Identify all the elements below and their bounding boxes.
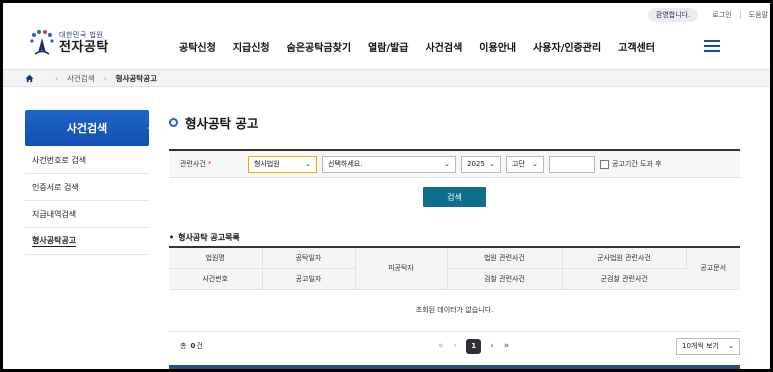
sidebar-notch	[148, 123, 153, 133]
main-nav: 공탁신청 지급신청 숨은공탁금찾기 열람/발급 사건검색 이용안내 사용자/인증…	[179, 39, 672, 54]
chevron-down-icon: ⌄	[489, 160, 495, 168]
nav-item-support[interactable]: 고객센터	[618, 39, 655, 54]
court-emblem-icon	[29, 29, 55, 57]
sidebar-title: 사건검색	[25, 110, 153, 146]
list-title: 형사공탁 공고목록	[169, 232, 240, 243]
col-case-number: 사건번호	[169, 268, 263, 290]
sidebar-item-criminal-notice[interactable]: 형사공탁공고	[25, 228, 149, 255]
case-type-select[interactable]: 형사법원 ⌄	[248, 155, 317, 173]
nav-item-guide[interactable]: 이용안내	[479, 39, 516, 54]
breadcrumb-current: 형사공탁공고	[115, 73, 158, 83]
login-link[interactable]: 로그인	[712, 10, 731, 20]
col-deposit-date: 공탁일자	[262, 246, 356, 269]
prev-page-icon[interactable]: ‹	[454, 341, 458, 351]
page-title: 형사공탁 공고	[169, 113, 258, 132]
chevron-right-icon: ›	[55, 73, 58, 83]
nav-item-hidden-deposit[interactable]: 숨은공탁금찾기	[287, 39, 351, 54]
help-link[interactable]: 도움말	[749, 10, 768, 20]
title-bullet-icon	[169, 118, 178, 127]
col-notice-doc: 공고문서	[686, 246, 740, 290]
welcome-badge: 환영합니다.	[647, 8, 699, 22]
nav-item-deposit-apply[interactable]: 공탁신청	[179, 39, 216, 54]
related-case-label: 관련사건 *	[180, 160, 212, 168]
col-court: 법원명	[169, 246, 263, 269]
col-court-case: 법원 관련사건	[447, 246, 563, 269]
util-divider	[739, 11, 741, 19]
next-page-icon[interactable]: ›	[490, 341, 494, 351]
logo-subtitle: 대한민국 법원	[59, 31, 104, 39]
nav-item-payment-apply[interactable]: 지급신청	[233, 39, 270, 54]
chevron-right-icon: ›	[103, 73, 107, 83]
notice-table: 법원명 공탁일자 피공탁자 법원 관련사건 군사법원 관련사건 공고문서 사건번…	[169, 246, 740, 332]
sidebar-item-case-number[interactable]: 사건번호로 검색	[25, 147, 149, 174]
search-form: 관련사건 * 형사법원 ⌄ 선택하세요. ⌄ 2025 ⌄ 고단 ⌄ 공고기간 도과 후	[169, 149, 740, 178]
nav-item-case-search[interactable]: 사건검색	[425, 39, 462, 54]
chevron-down-icon: ⌄	[728, 342, 734, 350]
breadcrumb-level1[interactable]: 사건검색	[67, 73, 95, 84]
page-frame: 환영합니다. 로그인 도움말 대한민국 법원 전자공탁 공탁신청 지급신청 숨은…	[3, 3, 770, 369]
sidebar-menu: 사건번호로 검색 인증서로 검색 지급내역검색 형사공탁공고	[25, 147, 149, 255]
court-level-select[interactable]: 고단 ⌄	[506, 155, 544, 173]
chevron-down-icon: ⌄	[444, 160, 450, 168]
col-notice-date: 공고일자	[262, 268, 356, 290]
page-number-current[interactable]: 1	[466, 338, 482, 354]
col-prosecution-case: 검찰 관련사건	[447, 268, 563, 290]
menu-icon[interactable]	[704, 40, 720, 52]
site-logo[interactable]: 대한민국 법원 전자공탁	[29, 29, 109, 57]
total-count: 총 0건	[180, 342, 203, 350]
checkbox-icon	[600, 159, 609, 169]
first-page-icon[interactable]: «	[438, 341, 444, 351]
pager: « ‹ 1 › »	[433, 338, 514, 354]
footer-strip	[169, 365, 740, 369]
chevron-down-icon: ⌄	[532, 160, 538, 168]
home-icon[interactable]	[25, 74, 34, 83]
pagination-bar: 총 0건 « ‹ 1 › » 10개씩 보기 ⌄	[169, 334, 740, 358]
col-depositee: 피공탁자	[355, 246, 448, 290]
period-checkbox[interactable]: 공고기간 도과 후	[600, 159, 662, 169]
search-button[interactable]: 검색	[423, 187, 486, 207]
case-number-input[interactable]	[549, 155, 595, 173]
utility-bar: 환영합니다. 로그인 도움말	[647, 7, 770, 23]
empty-message: 조회된 데이터가 없습니다.	[169, 289, 740, 332]
last-page-icon[interactable]: »	[504, 341, 510, 351]
year-select[interactable]: 2025 ⌄	[461, 155, 501, 173]
sidebar-item-certificate[interactable]: 인증서로 검색	[25, 174, 149, 201]
sidebar-item-payment-history[interactable]: 지급내역검색	[25, 201, 149, 228]
nav-item-user-auth[interactable]: 사용자/인증관리	[533, 39, 601, 54]
logo-title: 전자공탁	[59, 40, 109, 55]
nav-item-view-issue[interactable]: 열람/발급	[368, 39, 408, 54]
chevron-down-icon: ⌄	[305, 160, 311, 168]
per-page-select[interactable]: 10개씩 보기 ⌄	[676, 337, 740, 355]
breadcrumb: › 사건검색 › 형사공탁공고	[3, 69, 770, 87]
col-military-prosecution-case: 군검찰 관련사건	[562, 268, 686, 290]
col-military-court-case: 군사법원 관련사건	[562, 246, 687, 269]
court-select[interactable]: 선택하세요. ⌄	[322, 155, 456, 173]
